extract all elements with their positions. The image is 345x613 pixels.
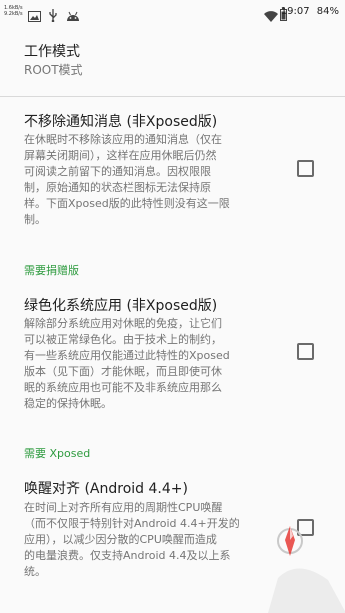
setting-summary: 在休眠时不移除该应用的通知消息（仅在 屏幕关闭期间），这样在应用休眠后仍然 可阅… xyxy=(24,132,279,228)
summary-line: 版本（见下面）才能休眠，而且即使可休 xyxy=(24,365,222,378)
setting-keep-notifications[interactable]: 不移除通知消息 (非Xposed版) 在休眠时不移除该应用的通知消息（仅在 屏幕… xyxy=(0,97,345,247)
work-mode-title: 工作模式 xyxy=(24,44,80,60)
summary-line: 稳定的保持休眠。 xyxy=(24,397,112,410)
setting-title: 唤醒对齐 (Android 4.4+) xyxy=(24,481,188,497)
status-bar: 1.6kB/s 9.2kB/s 19:07 84% xyxy=(0,0,345,26)
image-icon xyxy=(28,7,41,26)
summary-line: 屏幕关闭期间），这样在应用休眠后仍然 xyxy=(24,149,217,162)
greenify-system-apps-checkbox[interactable] xyxy=(297,343,314,360)
summary-line: 眠的系统应用也可能不及非系统应用那么 xyxy=(24,381,222,394)
setting-title: 绿色化系统应用 (非Xposed版) xyxy=(24,298,218,314)
summary-line: 有一些系统应用仅能通过此特性的Xposed xyxy=(24,349,230,362)
setting-summary: 在时间上对齐所有应用的周期性CPU唤醒 （而不仅限于特别针对Android 4.… xyxy=(24,500,279,580)
summary-line: 可阅读之前留下的通知消息。因权限限 xyxy=(24,165,211,178)
summary-line: 统。 xyxy=(24,565,46,578)
category-header-donation: 需要捐赠版 xyxy=(24,264,79,277)
setting-summary: 解除部分系统应用对休眠的免疫，让它们 可以被正常绿色化。由于技术上的制约， 有一… xyxy=(24,316,279,412)
android-debug-icon xyxy=(66,7,80,26)
battery-percent: 84% xyxy=(316,6,339,17)
summary-line: 在时间上对齐所有应用的周期性CPU唤醒 xyxy=(24,501,223,514)
summary-line: 应用），以减少因分散的CPU唤醒而造成 xyxy=(24,533,217,546)
summary-line: 在休眠时不移除该应用的通知消息（仅在 xyxy=(24,133,222,146)
summary-line: 制，原始通知的状态栏图标无法保持原 xyxy=(24,181,211,194)
setting-title: 不移除通知消息 (非Xposed版) xyxy=(24,114,218,130)
watermark-logo xyxy=(268,526,345,613)
summary-line: （而不仅限于特别针对Android 4.4+开发的 xyxy=(24,517,240,530)
wifi-icon xyxy=(264,7,278,26)
usb-icon xyxy=(48,7,58,26)
summary-line: 解除部分系统应用对休眠的免疫，让它们 xyxy=(24,317,222,330)
status-time-battery: 19:07 84% xyxy=(281,6,339,17)
summary-line: 样。下面Xposed版的此特性则没有这一限 xyxy=(24,197,230,210)
work-mode-preference[interactable]: 工作模式 ROOT模式 xyxy=(0,26,345,96)
summary-line: 制。 xyxy=(24,213,46,226)
category-header-xposed: 需要 Xposed xyxy=(24,447,91,460)
summary-line: 的电量浪费。仅支持Android 4.4及以上系 xyxy=(24,549,231,562)
clock: 19:07 xyxy=(280,6,310,17)
work-mode-value: ROOT模式 xyxy=(24,63,83,77)
download-speed: 9.2kB/s xyxy=(4,11,23,17)
network-speed: 1.6kB/s 9.2kB/s xyxy=(4,5,23,17)
setting-greenify-system-apps[interactable]: 绿色化系统应用 (非Xposed版) 解除部分系统应用对休眠的免疫，让它们 可以… xyxy=(0,283,345,413)
keep-notifications-checkbox[interactable] xyxy=(297,160,314,177)
summary-line: 可以被正常绿色化。由于技术上的制约， xyxy=(24,333,222,346)
